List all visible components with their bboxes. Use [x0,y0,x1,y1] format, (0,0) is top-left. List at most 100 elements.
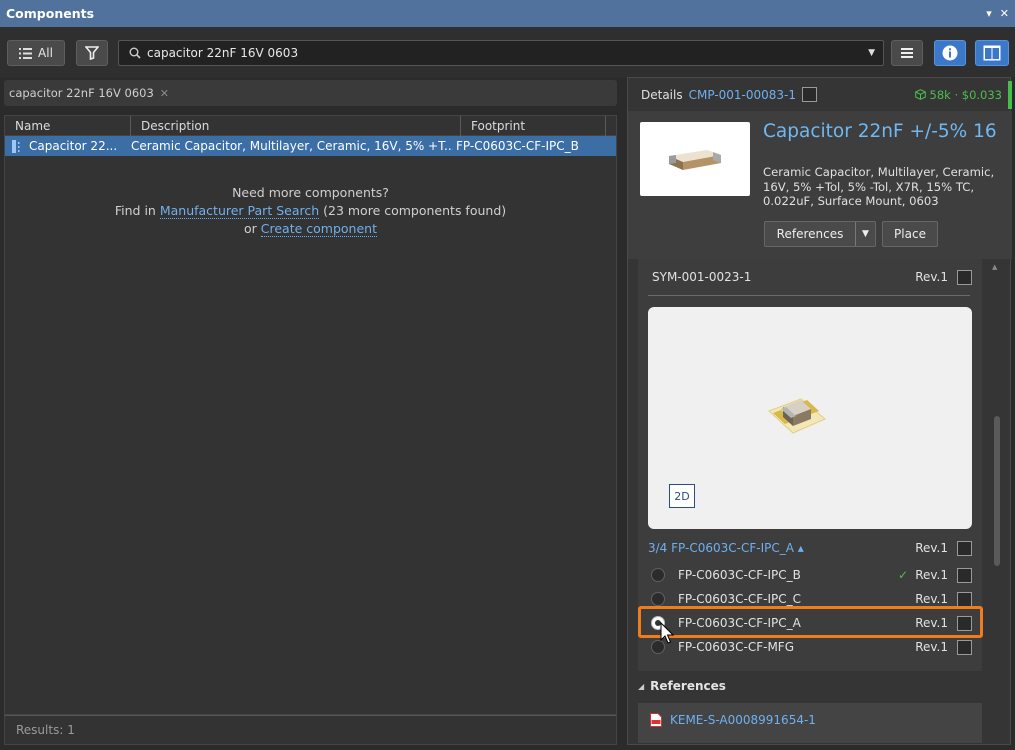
mouse-cursor-icon [660,622,674,644]
details-pane: Details CMP-001-00083-1 58k · $0.033 Cap… [627,77,1012,745]
filter-icon [85,46,99,60]
manufacturer-part-search-link[interactable]: Manufacturer Part Search [159,203,320,219]
place-button[interactable]: Place [882,221,938,247]
column-header-description[interactable]: Description [131,115,461,136]
footprint-rev: Rev.1 [915,640,948,654]
panel-titlebar: Components ▾ ✕ [0,0,1015,27]
divider [648,295,970,296]
create-component-link[interactable]: Create component [260,221,377,237]
references-button[interactable]: References ▼ [764,221,876,247]
stock-price-badge: 58k · $0.033 [914,87,1003,102]
symbol-rev: Rev.1 [915,270,948,284]
footprint-option-selected[interactable]: FP-C0603C-CF-IPC_A Rev.1 [638,612,982,634]
component-id-link[interactable]: CMP-001-00083-1 [689,88,796,102]
more-components-hint: Need more components? Find in Manufactur… [4,184,617,238]
panel-menu-chevron-icon[interactable]: ▾ [986,7,992,20]
component-thumbnail [640,122,750,196]
list-icon [19,47,33,59]
results-pane: capacitor 22nF 16V 0603 ✕ Name Descripti… [4,77,621,745]
footprint-option[interactable]: FP-C0603C-CF-MFG Rev.1 [638,636,982,658]
split-view-icon [983,45,1001,61]
chevron-down-icon[interactable]: ▼ [855,222,875,246]
footprint-group-checkbox[interactable] [957,540,972,556]
search-value: capacitor 22nF 16V 0603 [147,46,299,60]
footprint-option[interactable]: FP-C0603C-CF-IPC_B ✓ Rev.1 [638,564,982,586]
more-count-text: (23 more components found) [323,203,507,218]
references-button-label: References [776,227,844,241]
models-list: SYM-001-0023-1 Rev.1 2D 3/4 FP-C0603C-CF… [638,259,982,671]
panel-title: Components [6,6,95,21]
symbol-checkbox[interactable] [957,269,972,285]
footprint-option[interactable]: FP-C0603C-CF-IPC_C Rev.1 [638,588,982,610]
toolbar: All capacitor 22nF 16V 0603 ▼ [0,27,1015,77]
footprint-name: FP-C0603C-CF-IPC_B [678,568,801,582]
footprint-name: FP-C0603C-CF-IPC_A [678,616,801,630]
search-icon [129,47,141,59]
reference-item[interactable]: KEME-S-A0008991654-1 [638,703,982,743]
footprint-group-title[interactable]: 3/4 FP-C0603C-CF-IPC_A ▴ [648,541,804,555]
or-text: or [243,221,257,236]
search-dropdown-icon[interactable]: ▼ [868,48,875,58]
view-2d-toggle[interactable]: 2D [669,484,695,508]
price-text: 58k · $0.033 [929,87,1003,102]
footprint-group-header[interactable]: 3/4 FP-C0603C-CF-IPC_A ▴ Rev.1 [638,537,982,559]
model-preview[interactable]: 2D [648,307,972,529]
row-description: Ceramic Capacitor, Multilayer, Ceramic, … [131,139,453,153]
results-count: Results: 1 [4,715,617,745]
references-section-header[interactable]: ◢ References [638,676,982,696]
footprint-checkbox[interactable] [957,591,972,607]
footprint-name: FP-C0603C-CF-IPC_C [678,592,801,606]
footprint-checkbox[interactable] [957,567,972,583]
details-scrollbar[interactable]: ▲ [988,261,1002,671]
scroll-up-icon[interactable]: ▲ [992,263,997,271]
hamburger-icon [901,48,913,58]
row-footprint: FP-C0603C-CF-IPC_B [456,139,579,153]
scrollbar-thumb[interactable] [994,416,1000,566]
filter-button[interactable] [76,40,108,66]
footprint-group-rev: Rev.1 [915,541,948,555]
component-checkbox[interactable] [802,87,818,102]
component-name: Capacitor 22nF +/-5% 16 [763,121,997,142]
remove-chip-icon[interactable]: ✕ [160,87,169,100]
footprint-3d-image [768,398,826,434]
component-description: Ceramic Capacitor, Multilayer, Ceramic, … [763,165,995,208]
details-label: Details [641,87,683,102]
footprint-radio[interactable] [651,592,665,606]
info-icon [942,45,958,61]
row-name: Capacitor 22... [29,139,118,153]
active-filters-bar: capacitor 22nF 16V 0603 ✕ [4,80,617,106]
close-icon[interactable]: ✕ [1000,7,1009,20]
check-icon: ✓ [897,568,908,582]
search-input[interactable]: capacitor 22nF 16V 0603 ▼ [118,40,884,66]
more-hint-line1: Need more components? [232,185,389,200]
references-section-title: References [650,679,726,693]
pdf-icon [650,713,662,727]
all-label: All [38,46,53,60]
component-type-icon [12,139,20,153]
symbol-name: SYM-001-0023-1 [652,270,752,284]
component-card: Capacitor 22nF +/-5% 16 Ceramic Capacito… [628,111,1012,259]
column-header-footprint[interactable]: Footprint [461,115,606,136]
footprint-rev: Rev.1 [915,592,948,606]
all-categories-button[interactable]: All [7,40,65,66]
options-menu-button[interactable] [891,40,923,66]
cube-icon [914,89,926,100]
details-header: Details CMP-001-00083-1 58k · $0.033 [628,78,1012,111]
reference-link[interactable]: KEME-S-A0008991654-1 [670,713,816,727]
symbol-row[interactable]: SYM-001-0023-1 Rev.1 [638,266,982,288]
split-view-button[interactable] [975,40,1009,66]
availability-bar [1008,81,1012,109]
footprint-rev: Rev.1 [915,616,948,630]
footprint-checkbox[interactable] [957,639,972,655]
footprint-checkbox[interactable] [957,615,972,631]
query-chip[interactable]: capacitor 22nF 16V 0603 ✕ [9,86,169,100]
grid-header: Name Description Footprint [5,115,616,136]
table-row[interactable]: Capacitor 22... Ceramic Capacitor, Multi… [5,136,616,156]
find-in-text: Find in [114,203,156,218]
capacitor-image [669,150,721,170]
footprint-radio[interactable] [651,568,665,582]
column-header-name[interactable]: Name [5,115,131,136]
details-toggle-button[interactable] [934,40,966,66]
collapse-triangle-icon[interactable]: ◢ [638,682,644,691]
footprint-name: FP-C0603C-CF-MFG [678,640,794,654]
